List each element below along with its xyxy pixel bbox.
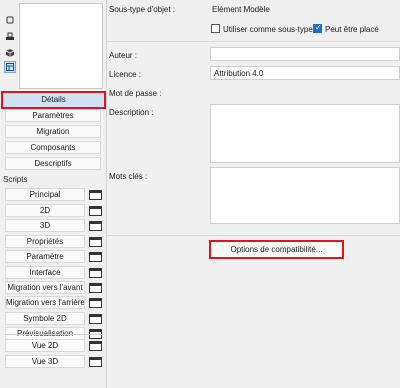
license-field[interactable]: Attribution 4.0 xyxy=(210,66,400,80)
window-icon[interactable] xyxy=(89,268,102,278)
subtype-label: Sous-type d'objet : xyxy=(109,5,176,14)
scripts-heading: Scripts xyxy=(3,175,28,184)
script-interface-button[interactable]: Interface xyxy=(5,266,85,279)
compatibility-options-button[interactable]: Options de compatibilité... xyxy=(209,240,344,259)
script-2d-button[interactable]: 2D xyxy=(5,204,85,217)
window-icon[interactable] xyxy=(89,298,102,308)
can-be-placed-label: Peut être placé xyxy=(325,25,379,34)
author-field[interactable] xyxy=(210,47,400,61)
window-icon[interactable] xyxy=(89,190,102,200)
can-be-placed-checkbox[interactable] xyxy=(313,23,322,33)
window-icon[interactable] xyxy=(89,221,102,231)
left-panel: Détails Paramètres Migration Composants … xyxy=(0,0,106,388)
keywords-label: Mots clés : xyxy=(109,172,148,181)
subtype-value[interactable]: Elément Modèle xyxy=(212,5,270,14)
use-as-subtype-checkbox[interactable] xyxy=(211,24,220,33)
divider xyxy=(5,334,103,335)
password-label: Mot de passe : xyxy=(109,89,162,98)
window-icon[interactable] xyxy=(89,357,102,367)
license-value: Attribution 4.0 xyxy=(214,69,264,78)
script-3d-button[interactable]: 3D xyxy=(5,219,85,232)
license-label: Licence : xyxy=(109,70,142,79)
window-icon[interactable] xyxy=(89,314,102,324)
tab-migration[interactable]: Migration xyxy=(5,125,101,138)
view-2d-button[interactable]: Vue 2D xyxy=(5,339,85,352)
window-icon[interactable] xyxy=(89,252,102,262)
divider xyxy=(107,41,400,42)
object-preview xyxy=(19,3,103,89)
cube-icon[interactable] xyxy=(5,48,15,58)
use-as-subtype-label: Utiliser comme sous-type xyxy=(223,25,313,34)
script-forward-migration-button[interactable]: Migration vers l'avant xyxy=(5,281,85,294)
tab-details[interactable]: Détails xyxy=(1,91,106,109)
divider xyxy=(107,235,400,236)
keywords-field[interactable] xyxy=(210,167,400,224)
tab-descriptions[interactable]: Descriptifs xyxy=(5,157,101,170)
view-3d-button[interactable]: Vue 3D xyxy=(5,355,85,368)
printer-icon[interactable] xyxy=(5,32,15,42)
window-icon[interactable] xyxy=(89,283,102,293)
panel-divider xyxy=(106,0,107,388)
window-icon[interactable] xyxy=(89,237,102,247)
window-icon[interactable] xyxy=(89,341,102,351)
script-properties-button[interactable]: Propriétés xyxy=(5,235,85,248)
author-label: Auteur : xyxy=(109,51,138,60)
script-principal-button[interactable]: Principal xyxy=(5,188,85,201)
tab-components[interactable]: Composants xyxy=(5,141,101,154)
window-icon[interactable] xyxy=(89,206,102,216)
layout-icon[interactable] xyxy=(4,61,16,73)
tab-parameters[interactable]: Paramètres xyxy=(5,109,101,122)
description-field[interactable] xyxy=(210,104,400,163)
description-label: Description : xyxy=(109,108,154,117)
script-backward-migration-button[interactable]: Migration vers l'arrière xyxy=(5,296,85,309)
script-parameter-button[interactable]: Paramètre xyxy=(5,250,85,263)
square-outline-icon[interactable] xyxy=(5,15,15,25)
script-2d-symbol-button[interactable]: Symbole 2D xyxy=(5,312,85,325)
